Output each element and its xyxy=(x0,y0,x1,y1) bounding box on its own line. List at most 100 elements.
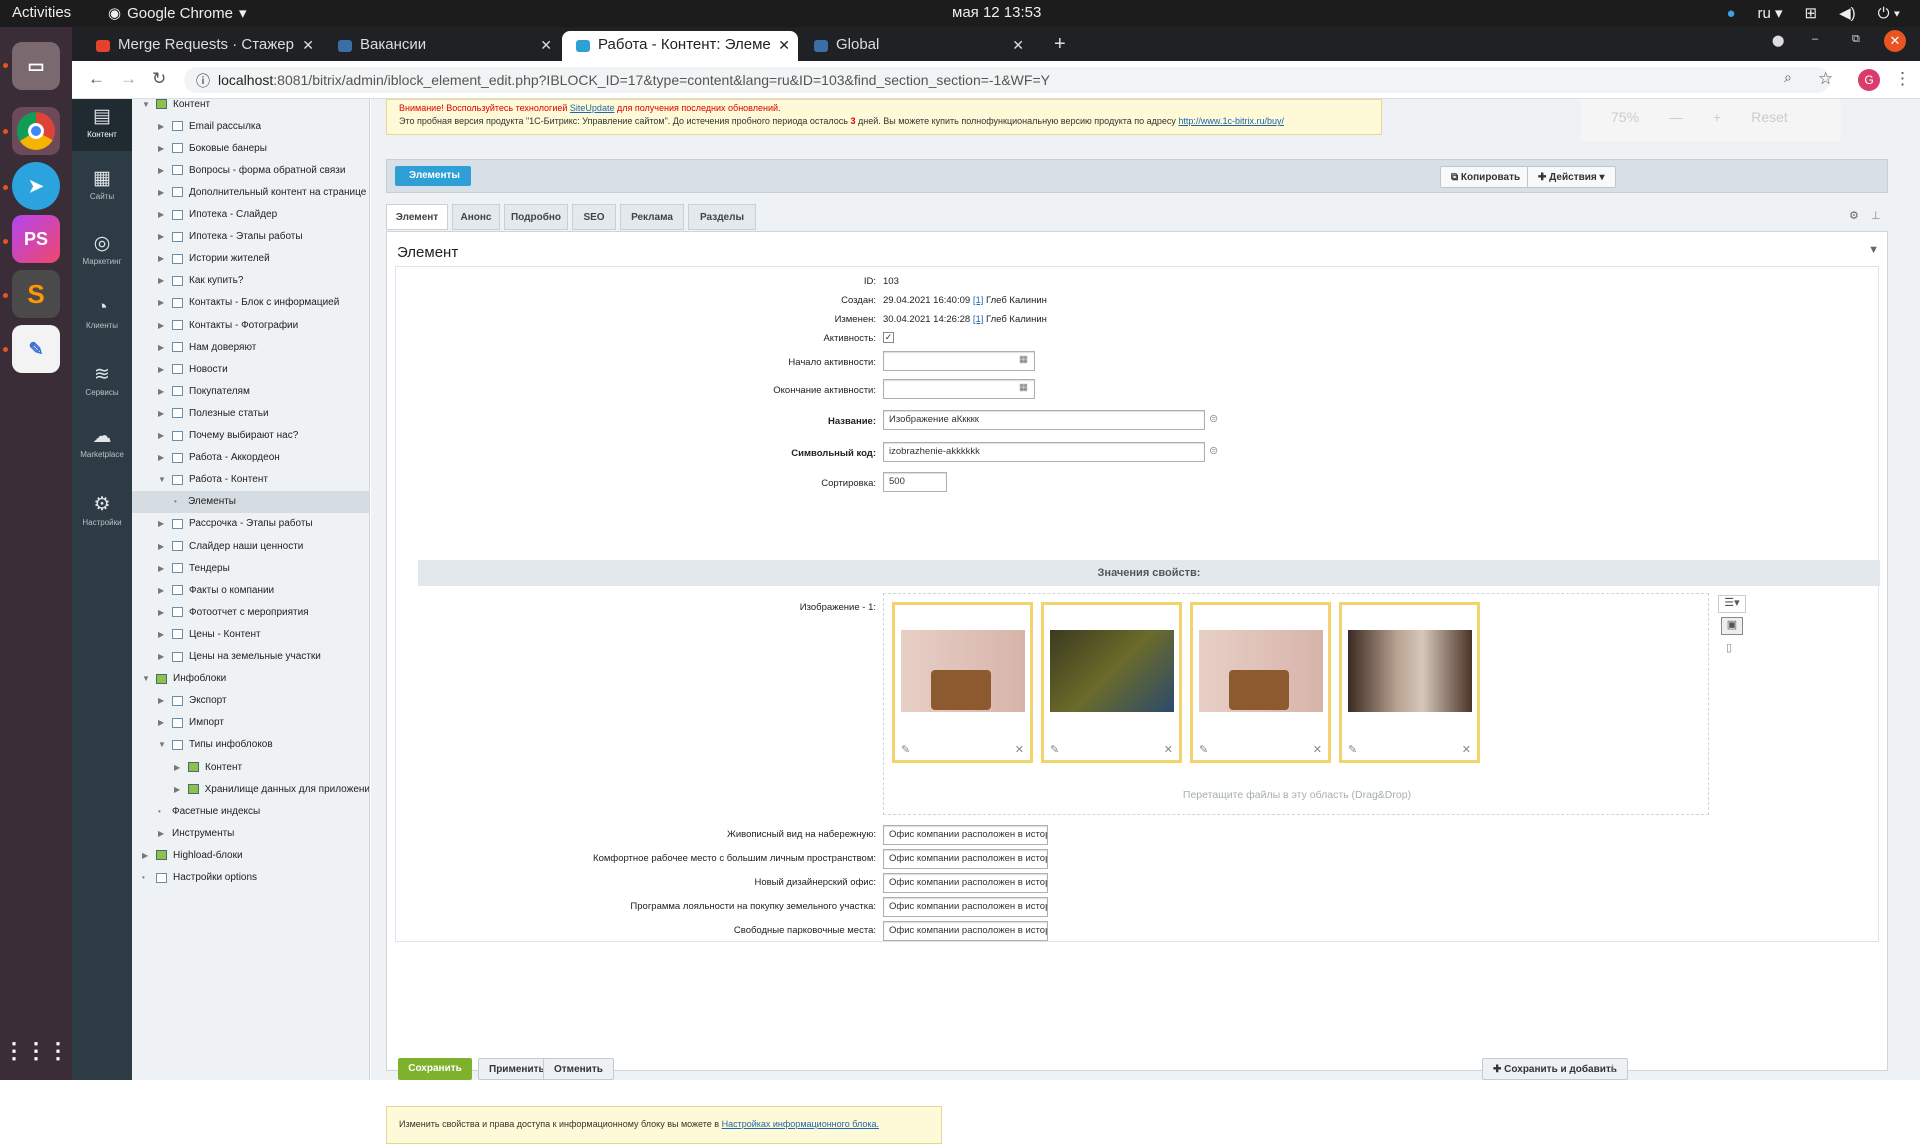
system-tray[interactable]: ● ru ▾ ⊞ ◀) ⏻ ▾ xyxy=(1726,4,1900,23)
copy-button[interactable]: ⧉ Копировать xyxy=(1440,166,1532,188)
tab-ads[interactable]: Реклама xyxy=(620,204,684,230)
tree-item[interactable]: ▶ Highload-блоки xyxy=(132,844,369,866)
expand-arrow-icon[interactable]: ▶ xyxy=(158,144,172,153)
actions-button[interactable]: ✚ Действия ▾ xyxy=(1527,166,1616,188)
expand-arrow-icon[interactable]: ▶ xyxy=(158,829,172,838)
expand-arrow-icon[interactable]: ▶ xyxy=(158,696,172,705)
network-icon[interactable]: ⊞ xyxy=(1805,4,1818,22)
siteupdate-link[interactable]: SiteUpdate xyxy=(570,103,615,113)
zoom-in-button[interactable]: + xyxy=(1713,109,1721,141)
tree-item[interactable]: ▶ Дополнительный контент на странице xyxy=(132,181,369,203)
tree-item[interactable]: ▼ Работа - Контент xyxy=(132,469,369,491)
expand-arrow-icon[interactable]: ▶ xyxy=(158,519,172,528)
tree-item[interactable]: ▶ Ипотека - Этапы работы xyxy=(132,226,369,248)
expand-arrow-icon[interactable]: ▶ xyxy=(158,608,172,617)
maximize-icon[interactable]: ⧉ xyxy=(1852,33,1860,46)
tab-detail[interactable]: Подробно xyxy=(504,204,568,230)
property-input[interactable]: Офис компании расположен в историчес xyxy=(883,897,1048,917)
bullet-icon[interactable]: • xyxy=(174,497,188,506)
tree-item[interactable]: ▼ Инфоблоки xyxy=(132,668,369,690)
translit-lock-icon[interactable]: ⊜ xyxy=(1209,444,1218,457)
edit-pencil-icon[interactable]: ✎ xyxy=(1348,743,1357,756)
delete-icon[interactable]: ✕ xyxy=(1164,743,1173,756)
reload-icon[interactable]: ↻ xyxy=(152,69,166,89)
expand-arrow-icon[interactable]: ▶ xyxy=(158,630,172,639)
created-user-id-link[interactable]: [1] xyxy=(973,295,984,306)
tab-sections[interactable]: Разделы xyxy=(688,204,756,230)
delete-icon[interactable]: ✕ xyxy=(1015,743,1024,756)
collapse-icon[interactable]: ▼ xyxy=(1868,244,1879,256)
calendar-icon[interactable]: ▦ xyxy=(1019,354,1028,365)
tree-item[interactable]: ▶ Контакты - Блок с информацией xyxy=(132,292,369,314)
menu-kebab-icon[interactable]: ⋮ xyxy=(1894,69,1911,89)
expand-arrow-icon[interactable]: ▶ xyxy=(158,298,172,307)
minimize-icon[interactable]: – xyxy=(1812,33,1818,45)
expand-arrow-icon[interactable]: ▶ xyxy=(158,166,172,175)
tab-search-icon[interactable]: ⬤ xyxy=(1772,34,1784,47)
image-thumb[interactable]: ✎ ✕ xyxy=(892,602,1033,763)
tree-item[interactable]: ▶ Слайдер наши ценности xyxy=(132,535,369,557)
tree-item[interactable]: ▶ Как купить? xyxy=(132,270,369,292)
save-button[interactable]: Сохранить xyxy=(398,1058,472,1080)
expand-arrow-icon[interactable]: ▶ xyxy=(158,431,172,440)
close-icon[interactable]: ✕ xyxy=(1012,37,1024,54)
image-thumb[interactable]: ✎ ✕ xyxy=(1339,602,1480,763)
chrome-dock-icon[interactable] xyxy=(12,107,60,155)
phpstorm-icon[interactable]: PS xyxy=(12,215,60,263)
expand-arrow-icon[interactable]: ▶ xyxy=(174,785,188,794)
expand-arrow-icon[interactable]: • xyxy=(158,807,172,816)
tree-item[interactable]: ▶ Контент xyxy=(132,756,369,778)
files-icon[interactable]: ▭ xyxy=(12,42,60,90)
cancel-button[interactable]: Отменить xyxy=(543,1058,614,1080)
code-input[interactable]: izobrazhenie-akkkkkk xyxy=(883,442,1205,462)
file-upload-icon[interactable]: ▯ xyxy=(1726,641,1732,654)
tree-item[interactable]: ▶ Инструменты xyxy=(132,822,369,844)
zoom-icon[interactable]: ⌕ xyxy=(1784,69,1792,86)
tree-item[interactable]: ▶ Боковые банеры xyxy=(132,137,369,159)
browser-tab-vacancies[interactable]: Вакансии ✕ xyxy=(324,31,560,61)
expand-arrow-icon[interactable]: ▼ xyxy=(158,475,172,484)
expand-arrow-icon[interactable]: ▶ xyxy=(158,409,172,418)
pin-icon[interactable]: ⊥ xyxy=(1608,1062,1618,1075)
iblock-settings-link[interactable]: Настройках информационного блока. xyxy=(722,1119,879,1129)
expand-arrow-icon[interactable]: ▶ xyxy=(158,387,172,396)
pin-icon[interactable]: ⊥ xyxy=(1871,209,1881,222)
tree-item[interactable]: ▶ Нам доверяют xyxy=(132,336,369,358)
elements-back-button[interactable]: Элементы xyxy=(395,166,471,186)
tab-element[interactable]: Элемент xyxy=(386,204,448,230)
browser-tab-global[interactable]: Global ✕ xyxy=(800,31,1032,61)
expand-arrow-icon[interactable]: ▶ xyxy=(158,365,172,374)
translit-lock-icon[interactable]: ⊜ xyxy=(1209,412,1218,425)
active-checkbox[interactable]: ✓ xyxy=(883,332,894,343)
app-menu[interactable]: ◉ Google Chrome ▾ xyxy=(108,4,247,23)
tree-item[interactable]: ▶ Работа - Аккордеон xyxy=(132,447,369,469)
start-date-input[interactable]: ▦ xyxy=(883,351,1035,371)
buy-link[interactable]: http://www.1c-bitrix.ru/buy/ xyxy=(1178,116,1284,126)
bookmark-star-icon[interactable]: ☆ xyxy=(1818,69,1833,89)
property-input[interactable]: Офис компании расположен в историчес xyxy=(883,825,1048,845)
property-input[interactable]: Офис компании расположен в историчес xyxy=(883,921,1048,941)
expand-arrow-icon[interactable]: ▶ xyxy=(158,232,172,241)
expand-arrow-icon[interactable]: ▶ xyxy=(158,188,172,197)
tree-item[interactable]: ▶ Цены - Контент xyxy=(132,623,369,645)
tree-item[interactable]: • Элементы xyxy=(132,490,369,513)
clock[interactable]: мая 12 13:53 xyxy=(952,4,1041,21)
menu-item-marketplace[interactable]: ☁ Marketplace xyxy=(72,425,132,459)
tree-item[interactable]: • Фасетные индексы xyxy=(132,800,369,822)
expand-arrow-icon[interactable]: ▼ xyxy=(142,674,156,683)
url-field[interactable]: ⓘ localhost:8081/bitrix/admin/iblock_elem… xyxy=(184,67,1830,93)
expand-arrow-icon[interactable]: ▶ xyxy=(158,652,172,661)
menu-item-marketing[interactable]: ◎ Маркетинг xyxy=(72,232,132,266)
expand-arrow-icon[interactable]: ▶ xyxy=(158,586,172,595)
expand-arrow-icon[interactable]: ▶ xyxy=(158,254,172,263)
expand-arrow-icon[interactable]: ▶ xyxy=(158,542,172,551)
calendar-icon[interactable]: ▦ xyxy=(1019,382,1028,393)
expand-arrow-icon[interactable]: ▶ xyxy=(158,343,172,352)
save-and-add-button[interactable]: ✚ Сохранить и добавить xyxy=(1482,1058,1628,1080)
tree-item[interactable]: ▼ Типы инфоблоков xyxy=(132,734,369,756)
tree-item[interactable]: ▶ Истории жителей xyxy=(132,248,369,270)
expand-arrow-icon[interactable]: ▼ xyxy=(158,740,172,749)
sublime-icon[interactable]: S xyxy=(12,270,60,318)
expand-arrow-icon[interactable]: ▶ xyxy=(174,763,188,772)
show-apps-icon[interactable]: ⋮⋮⋮ xyxy=(3,1027,69,1075)
